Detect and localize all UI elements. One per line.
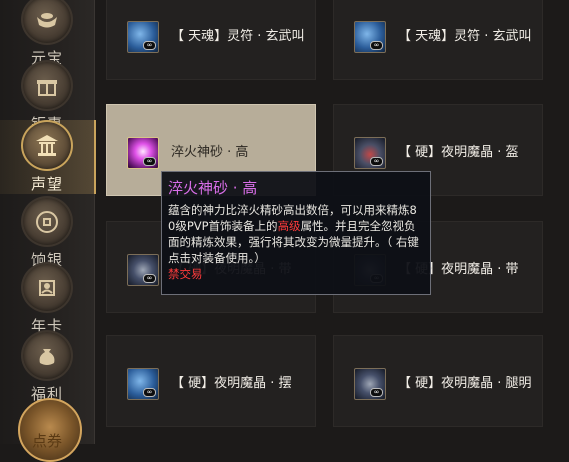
trade-restriction-label: 禁交易	[168, 267, 203, 281]
talisman-icon: ∞	[127, 21, 159, 53]
item-cell[interactable]: ∞ 【 天魂】灵符 · 玄武叫	[333, 0, 543, 80]
sidebar-item-yuanbao[interactable]: 元宝	[0, 0, 94, 68]
temple-icon	[21, 120, 73, 171]
item-name: 【 硬】夜明魔晶 · 摆	[171, 375, 292, 391]
crystal-icon: ∞	[127, 254, 159, 286]
infinity-icon: ∞	[143, 388, 156, 397]
tooltip-description: 蕴含的神力比淬火精砂高出数倍，可以用来精炼80级PVP首饰装备上的高级属性。并且…	[168, 202, 424, 266]
infinity-icon: ∞	[143, 157, 156, 166]
sidebar-item-fuli[interactable]: 福利	[0, 330, 94, 404]
gift-box-icon	[21, 60, 73, 111]
item-name: 【 天魂】灵符 · 玄武叫	[171, 28, 305, 44]
crystal-icon: ∞	[354, 137, 386, 169]
tooltip-desc-highlight: 高级	[277, 219, 301, 233]
item-cell[interactable]: ∞ 【 天魂】灵符 · 玄武叫	[106, 0, 316, 80]
sand-icon: ∞	[127, 137, 159, 169]
tooltip-title: 淬火神砂 · 高	[168, 179, 258, 197]
crystal-icon: ∞	[127, 368, 159, 400]
sidebar-item-nianka[interactable]: 年卡	[0, 262, 94, 336]
item-name: 【 天魂】灵符 · 玄武叫	[398, 28, 532, 44]
card-icon	[21, 262, 73, 313]
infinity-icon: ∞	[143, 274, 156, 283]
coin-icon	[21, 196, 73, 247]
crystal-icon: ∞	[354, 368, 386, 400]
infinity-icon: ∞	[370, 388, 383, 397]
item-name: 【 硬】夜明魔晶 · 腿明	[398, 375, 532, 391]
item-cell[interactable]: ∞ 【 硬】夜明魔晶 · 摆	[106, 335, 316, 427]
ingot-icon	[21, 0, 73, 45]
sidebar-item-xiangyin[interactable]: 饷银	[0, 196, 94, 270]
item-cell[interactable]: ∞ 【 硬】夜明魔晶 · 腿明	[333, 335, 543, 427]
infinity-icon: ∞	[143, 41, 156, 50]
item-tooltip: 淬火神砂 · 高 蕴含的神力比淬火精砂高出数倍，可以用来精炼80级PVP首饰装备…	[161, 171, 431, 295]
sidebar-item-shengwang[interactable]: 声望	[0, 120, 96, 194]
sidebar-item-label: 点券	[32, 432, 63, 450]
category-sidebar: 元宝 钜惠 声望 饷银 年卡 福利 点券	[0, 0, 96, 462]
infinity-icon: ∞	[370, 157, 383, 166]
talisman-icon: ∞	[354, 21, 386, 53]
sidebar-item-label: 声望	[30, 175, 63, 193]
infinity-icon: ∞	[370, 41, 383, 50]
money-bag-icon	[21, 330, 73, 381]
